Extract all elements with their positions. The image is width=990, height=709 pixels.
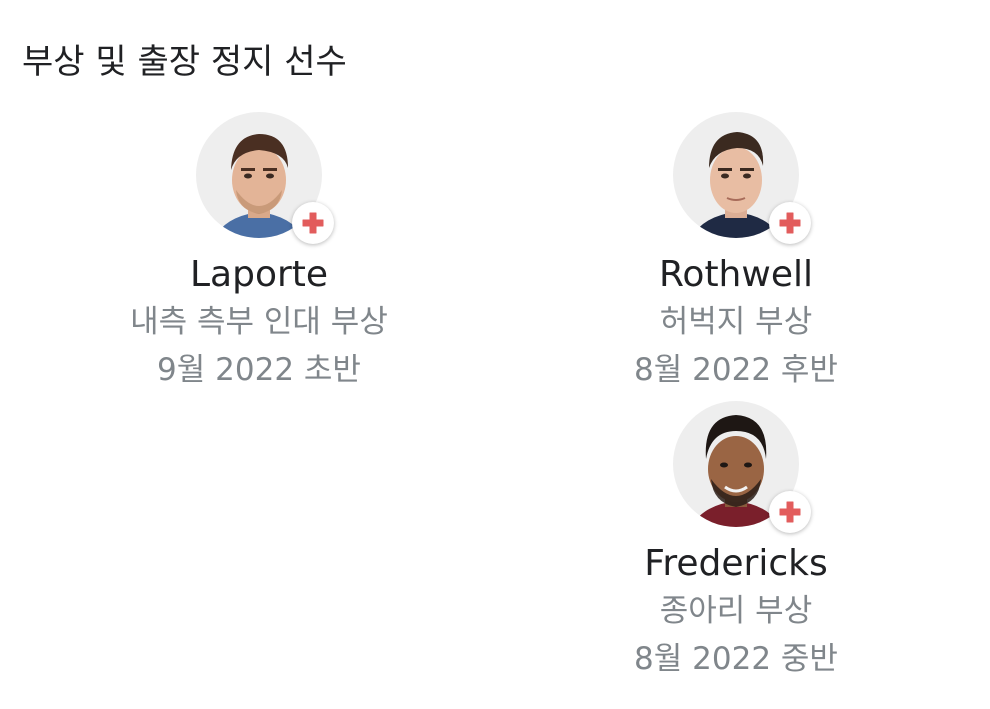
red-cross-icon bbox=[302, 212, 324, 234]
player-name: Rothwell bbox=[659, 254, 813, 295]
red-cross-icon bbox=[779, 501, 801, 523]
avatar-wrap bbox=[673, 401, 811, 533]
player-injury: 종아리 부상 bbox=[659, 593, 813, 629]
player-card-rothwell[interactable]: Rothwell 허벅지 부상 8월 2022 후반 bbox=[556, 112, 916, 394]
avatar-wrap bbox=[196, 112, 334, 244]
injury-badge bbox=[769, 491, 811, 533]
player-name: Laporte bbox=[189, 254, 329, 295]
injury-badge bbox=[769, 202, 811, 244]
section-title: 부상 및 출장 정지 선수 bbox=[22, 42, 347, 82]
player-return-date: 8월 2022 후반 bbox=[634, 352, 838, 388]
player-injury: 허벅지 부상 bbox=[659, 304, 813, 340]
player-return-date: 9월 2022 초반 bbox=[157, 352, 361, 388]
avatar-wrap bbox=[673, 112, 811, 244]
player-name: Fredericks bbox=[644, 543, 828, 584]
red-cross-icon bbox=[779, 212, 801, 234]
player-card-fredericks[interactable]: Fredericks 종아리 부상 8월 2022 중반 bbox=[556, 401, 916, 683]
player-injury: 내측 측부 인대 부상 bbox=[130, 304, 388, 340]
player-card-laporte[interactable]: Laporte 내측 측부 인대 부상 9월 2022 초반 bbox=[79, 112, 439, 394]
injury-badge bbox=[292, 202, 334, 244]
player-return-date: 8월 2022 중반 bbox=[634, 641, 838, 677]
